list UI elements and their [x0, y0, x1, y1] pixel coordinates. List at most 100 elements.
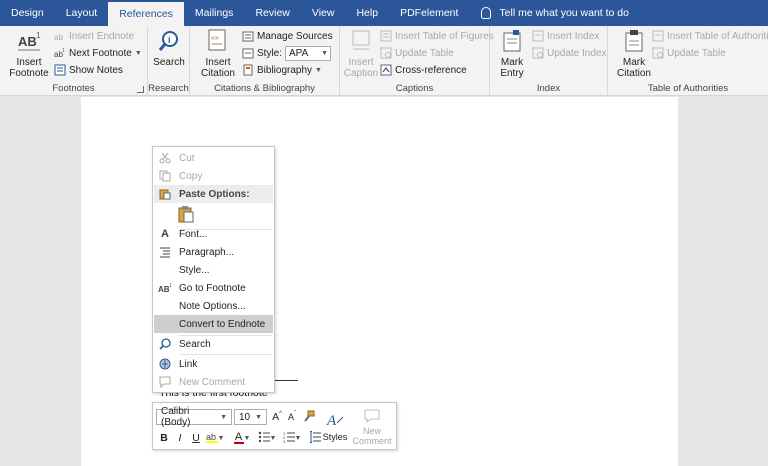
font-color-button[interactable]: A ▼ [233, 431, 253, 445]
underline-button[interactable]: U [191, 431, 201, 445]
tab-pdfelement[interactable]: PDFelement [389, 0, 469, 26]
tab-design[interactable]: Design [0, 0, 55, 26]
paste-icon [154, 188, 176, 200]
insert-table-of-authorities-button[interactable]: Insert Table of Authorities [652, 28, 768, 44]
menu-item-go-to-footnote[interactable]: AB 1 Go to Footnote [154, 279, 273, 297]
tell-me-label: Tell me what you want to do [499, 7, 629, 19]
manage-sources-button[interactable]: Manage Sources [242, 28, 333, 44]
insert-footnote-button[interactable]: AB 1 Insert Footnote [6, 28, 52, 79]
cross-reference-button[interactable]: Cross-reference [380, 62, 467, 78]
bibliography-button[interactable]: Bibliography ▼ [242, 62, 324, 78]
menu-item-font[interactable]: A Font... [154, 225, 273, 243]
update-table-button[interactable]: Update Table [380, 45, 454, 61]
mark-entry-label: Mark Entry [500, 57, 524, 79]
ribbon-tab-bar: Design Layout References Mailings Review… [0, 0, 768, 26]
insert-citation-button[interactable]: «» Insert Citation [196, 28, 240, 79]
highlight-button[interactable]: ab ▼ [205, 431, 226, 445]
chevron-down-icon: ▼ [255, 413, 262, 421]
update-index-label: Update Index [547, 47, 607, 59]
group-label-captions: Captions [395, 83, 434, 94]
menu-item-link[interactable]: Link [154, 355, 273, 373]
comment-icon [364, 409, 380, 426]
show-notes-label: Show Notes [69, 64, 123, 76]
group-table-of-authorities: Mark Citation Insert Table of Authoritie… [608, 26, 768, 96]
next-footnote-label: Next Footnote [69, 47, 132, 59]
font-name-combobox[interactable]: Calibri (Body) ▼ [156, 406, 232, 428]
tab-review[interactable]: Review [244, 0, 300, 26]
mark-citation-button[interactable]: Mark Citation [614, 28, 654, 79]
update-index-button[interactable]: Update Index [532, 45, 607, 61]
menu-item-paragraph[interactable]: Paragraph... [154, 243, 273, 261]
menu-item-copy[interactable]: Copy [154, 167, 273, 185]
search-button[interactable]: i Search [150, 28, 188, 68]
mark-entry-button[interactable]: Mark Entry [494, 28, 530, 79]
tab-help[interactable]: Help [345, 0, 389, 26]
menu-item-search[interactable]: Search [154, 335, 273, 353]
update-table-icon [380, 47, 392, 59]
show-notes-button[interactable]: Show Notes [54, 62, 123, 78]
copy-icon [154, 170, 176, 182]
menu-item-style[interactable]: Style... [154, 261, 273, 279]
svg-text:1: 1 [36, 31, 41, 40]
bullets-button[interactable]: ▼ [258, 431, 278, 445]
table-of-figures-icon [380, 30, 392, 42]
tell-me-search[interactable]: Tell me what you want to do [469, 0, 629, 26]
insert-caption-button[interactable]: Insert Caption [342, 28, 380, 79]
insert-index-button[interactable]: Insert Index [532, 28, 599, 44]
styles-button[interactable]: A Styles [323, 407, 348, 445]
insert-table-of-figures-label: Insert Table of Figures [395, 30, 494, 42]
insert-citation-icon: «» [205, 28, 231, 54]
grow-font-button[interactable]: A ^ [271, 410, 283, 424]
group-index: Mark Entry Insert Index Update Index Ind… [490, 26, 608, 96]
format-painter-button[interactable] [302, 410, 316, 424]
style-icon [242, 47, 254, 59]
update-table-label: Update Table [395, 47, 454, 59]
font-size-combobox[interactable]: 10 ▼ [234, 409, 267, 425]
paste-keep-text-only-button[interactable] [154, 204, 273, 226]
tab-layout[interactable]: Layout [55, 0, 109, 26]
insert-endnote-button[interactable]: ab Insert Endnote [54, 28, 134, 44]
style-dropdown[interactable]: APA ▼ [285, 45, 332, 61]
new-comment-button[interactable]: New Comment [353, 407, 392, 447]
bibliography-icon [242, 64, 254, 76]
insert-endnote-label: Insert Endnote [69, 30, 135, 42]
svg-text:3: 3 [283, 439, 286, 443]
show-notes-icon [54, 64, 66, 76]
next-footnote-button[interactable]: ab 1 Next Footnote ▼ [54, 45, 144, 61]
bullet-list-icon [258, 431, 270, 446]
ribbon: AB 1 Insert Footnote ab Insert Endnote ab… [0, 26, 768, 96]
group-captions: Insert Caption Insert Table of Figures U… [340, 26, 494, 96]
style-selector[interactable]: Style: APA ▼ [242, 45, 332, 61]
tab-mailings[interactable]: Mailings [184, 0, 245, 26]
manage-sources-label: Manage Sources [257, 30, 333, 42]
font-icon: A [161, 228, 169, 240]
italic-button[interactable]: I [175, 431, 185, 445]
insert-footnote-label: Insert Footnote [9, 57, 49, 79]
insert-table-of-authorities-label: Insert Table of Authorities [667, 30, 768, 42]
group-citations: «» Insert Citation Manage Sources Style:… [190, 26, 340, 96]
menu-label-search: Search [179, 338, 211, 350]
menu-item-new-comment[interactable]: New Comment [154, 373, 273, 391]
chevron-down-icon: ▼ [134, 49, 142, 57]
tab-references[interactable]: References [108, 2, 184, 26]
menu-item-cut[interactable]: Cut [154, 149, 273, 167]
svg-text:1: 1 [62, 48, 65, 54]
footnote-icon: AB 1 [154, 282, 176, 294]
insert-index-label: Insert Index [547, 30, 600, 42]
group-research: i Search Research [148, 26, 190, 96]
search-icon [154, 338, 176, 350]
menu-item-note-options[interactable]: Note Options... [154, 297, 273, 315]
insert-table-of-figures-button[interactable]: Insert Table of Figures [380, 28, 494, 44]
update-authorities-table-button[interactable]: Update Table [652, 45, 726, 61]
chevron-down-icon: ▼ [220, 413, 227, 421]
group-label-footnotes: Footnotes [52, 83, 95, 94]
svg-text:AB: AB [18, 34, 37, 49]
bold-button[interactable]: B [159, 431, 169, 445]
shrink-font-button[interactable]: Aˇ [286, 410, 298, 424]
line-spacing-button[interactable] [308, 429, 322, 445]
chevron-down-icon: ▼ [321, 49, 329, 57]
menu-item-convert-to-endnote[interactable]: Convert to Endnote [154, 315, 273, 333]
numbering-button[interactable]: 123 ▼ [283, 431, 303, 445]
tab-view[interactable]: View [301, 0, 346, 26]
dialog-launcher-icon[interactable] [137, 86, 144, 93]
